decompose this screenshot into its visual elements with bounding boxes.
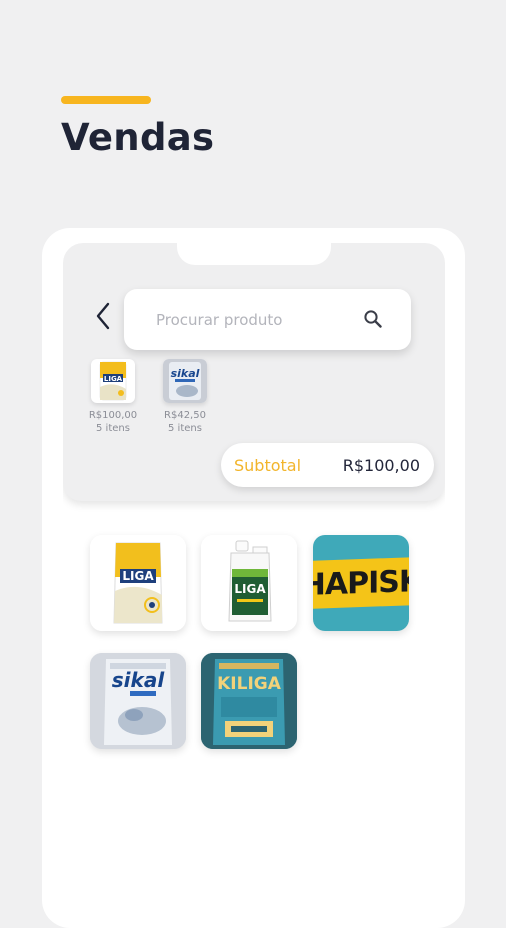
product-image-liga-bottle: LIGA: [201, 535, 297, 631]
cart-item-quantity: 5 itens: [96, 423, 130, 434]
product-card-liga-bottle[interactable]: LIGA: [201, 535, 297, 631]
product-card-sikal-max[interactable]: sikal: [90, 653, 186, 749]
product-card-liga-bag[interactable]: LIGA: [90, 535, 186, 631]
product-card-kiliga[interactable]: KILIGA: [201, 653, 297, 749]
title-accent-bar: [61, 96, 151, 104]
subtotal-value: R$100,00: [342, 456, 420, 475]
svg-text:sikal: sikal: [112, 668, 166, 692]
chevron-left-icon: [96, 302, 110, 330]
product-image-kiliga: KILIGA: [201, 653, 297, 749]
svg-text:sikal: sikal: [171, 367, 200, 380]
page-title: Vendas: [61, 116, 215, 159]
phone-notch: [177, 243, 331, 265]
svg-text:LIGA: LIGA: [122, 569, 154, 583]
product-card-chapisko[interactable]: CHAPISKO: [313, 535, 409, 631]
product-image-sikal-max: sikal: [90, 653, 186, 749]
cart-item-thumbnail-liga-bag: LIGA: [91, 359, 135, 403]
app-screen: LIGA R$100,00 5 itens sikal R$42,50: [63, 243, 445, 923]
back-button[interactable]: [91, 301, 115, 331]
subtotal-pill[interactable]: Subtotal R$100,00: [221, 443, 434, 487]
cart-item-thumbnail-sikal-bag: sikal: [163, 359, 207, 403]
search-input[interactable]: [154, 307, 358, 333]
cart-item-price: R$42,50: [164, 410, 206, 421]
cart-item[interactable]: sikal R$42,50 5 itens: [154, 359, 216, 435]
svg-text:KILIGA: KILIGA: [217, 674, 282, 694]
cart-item-price: R$100,00: [88, 410, 138, 421]
product-image-liga-bag: LIGA: [90, 535, 186, 631]
cart-item-quantity: 5 itens: [168, 423, 202, 434]
svg-text:LIGA: LIGA: [104, 375, 123, 383]
search-icon[interactable]: [361, 307, 385, 331]
svg-text:LIGA: LIGA: [234, 582, 266, 596]
product-brand-chapisko: CHAPISKO: [313, 557, 409, 609]
subtotal-label: Subtotal: [234, 456, 302, 475]
search-box: [124, 289, 411, 350]
sale-header-panel: LIGA R$100,00 5 itens sikal R$42,50: [63, 243, 445, 501]
cart-item[interactable]: LIGA R$100,00 5 itens: [82, 359, 144, 435]
